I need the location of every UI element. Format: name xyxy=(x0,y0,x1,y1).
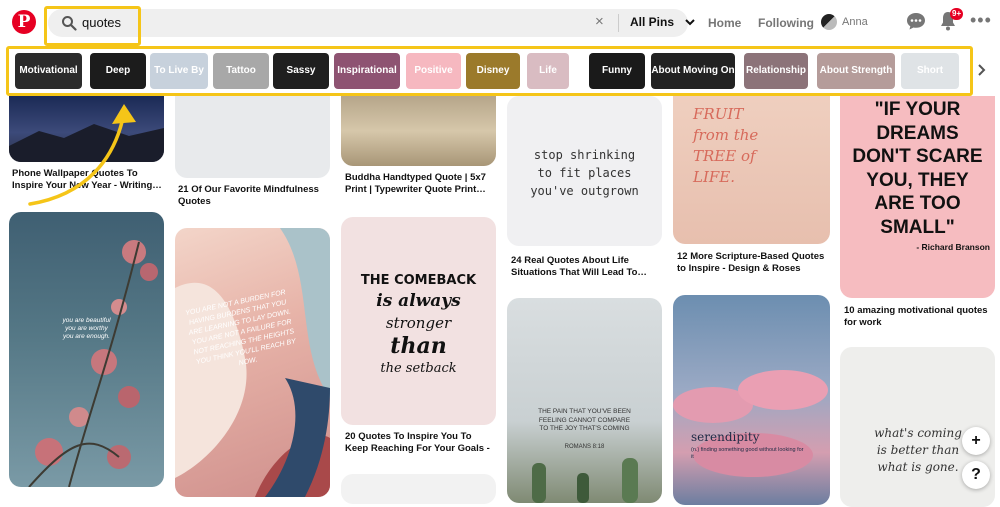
search-bar[interactable]: quotes × All Pins xyxy=(48,9,695,37)
pin-caption[interactable]: 21 Of Our Favorite Mindfulness Quotes xyxy=(178,184,326,208)
avatar[interactable] xyxy=(821,14,837,30)
help-button[interactable]: ? xyxy=(962,461,990,489)
search-divider xyxy=(618,14,619,32)
search-scope-dropdown[interactable]: All Pins xyxy=(630,15,674,29)
pin-quote-text: what's coming is better than what is gon… xyxy=(874,426,962,474)
pin-caption[interactable]: 12 More Scripture-Based Quotes to Inspir… xyxy=(677,251,827,275)
pinterest-logo[interactable]: P xyxy=(12,10,36,34)
pin-image[interactable]: stop shrinking to fit places you've outg… xyxy=(507,96,662,246)
pink-clouds xyxy=(673,370,828,477)
pin-quote-author: - Richard Branson xyxy=(916,242,990,252)
add-pin-button[interactable]: + xyxy=(962,427,990,455)
notification-badge: 9+ xyxy=(950,8,964,20)
nav-following[interactable]: Following xyxy=(758,16,814,30)
pin-quote-line: than xyxy=(390,333,447,359)
nav-profile-name[interactable]: Anna xyxy=(842,16,868,28)
more-options-icon[interactable]: ••• xyxy=(970,10,992,31)
pin-image[interactable]: "IF YOUR DREAMS DON'T SCARE YOU, THEY AR… xyxy=(840,96,995,298)
search-highlight-box xyxy=(44,6,141,46)
messages-icon[interactable] xyxy=(906,12,926,30)
pin-quote-line: is always xyxy=(376,291,461,311)
pin-quote-title: serendipity xyxy=(691,430,760,444)
pin-image[interactable] xyxy=(341,96,496,166)
flowers-illustration xyxy=(28,240,158,487)
pin-caption[interactable]: 20 Quotes To Inspire You To Keep Reachin… xyxy=(345,431,493,455)
pin-quote-text: stop shrinking to fit places you've outg… xyxy=(530,148,639,198)
pin-quote-text: "IF YOUR DREAMS DON'T SCARE YOU, THEY AR… xyxy=(852,99,983,238)
clear-search-icon[interactable]: × xyxy=(595,13,604,30)
pin-caption[interactable]: Phone Wallpaper Quotes To Inspire Your N… xyxy=(12,168,162,192)
filters-highlight-box xyxy=(6,46,973,96)
pin-quote-line: the setback xyxy=(380,361,457,376)
pin-image[interactable] xyxy=(341,474,496,504)
nav-home[interactable]: Home xyxy=(708,16,741,30)
pin-quote-line: THE COMEBACK xyxy=(360,273,477,288)
pin-image[interactable]: FRUIT from the TREE of LIFE. xyxy=(673,96,830,244)
pin-image[interactable] xyxy=(9,96,164,162)
chevron-right-icon[interactable] xyxy=(977,62,987,78)
mountain-silhouette xyxy=(9,124,164,162)
cactus-illustration xyxy=(532,458,638,503)
pin-image[interactable]: THE COMEBACK is always stronger than the… xyxy=(341,217,496,425)
pin-image[interactable]: serendipity (n.) finding something good … xyxy=(673,295,830,505)
pin-quote-subtitle: (n.) finding something good without look… xyxy=(691,447,804,460)
chevron-down-icon[interactable] xyxy=(684,13,696,33)
pin-image[interactable]: you are beautiful you are worthy you are… xyxy=(9,212,164,487)
pin-caption[interactable]: Buddha Handtyped Quote | 5x7 Print | Typ… xyxy=(345,172,493,196)
pin-image[interactable] xyxy=(175,96,330,178)
pin-quote-text: FRUIT from the TREE of LIFE. xyxy=(693,105,759,186)
pin-caption[interactable]: 24 Real Quotes About Life Situations Tha… xyxy=(511,255,659,279)
pin-image[interactable]: YOU ARE NOT A BURDEN FOR HAVING BURDENS … xyxy=(175,228,330,497)
pin-quote-line: stronger xyxy=(385,314,452,332)
pin-caption[interactable]: 10 amazing motivational quotes for work xyxy=(844,305,994,329)
pin-image[interactable]: THE PAIN THAT YOU'VE BEEN FEELING CANNOT… xyxy=(507,298,662,503)
top-header: P quotes × All Pins Home Following Anna … xyxy=(0,0,1000,46)
